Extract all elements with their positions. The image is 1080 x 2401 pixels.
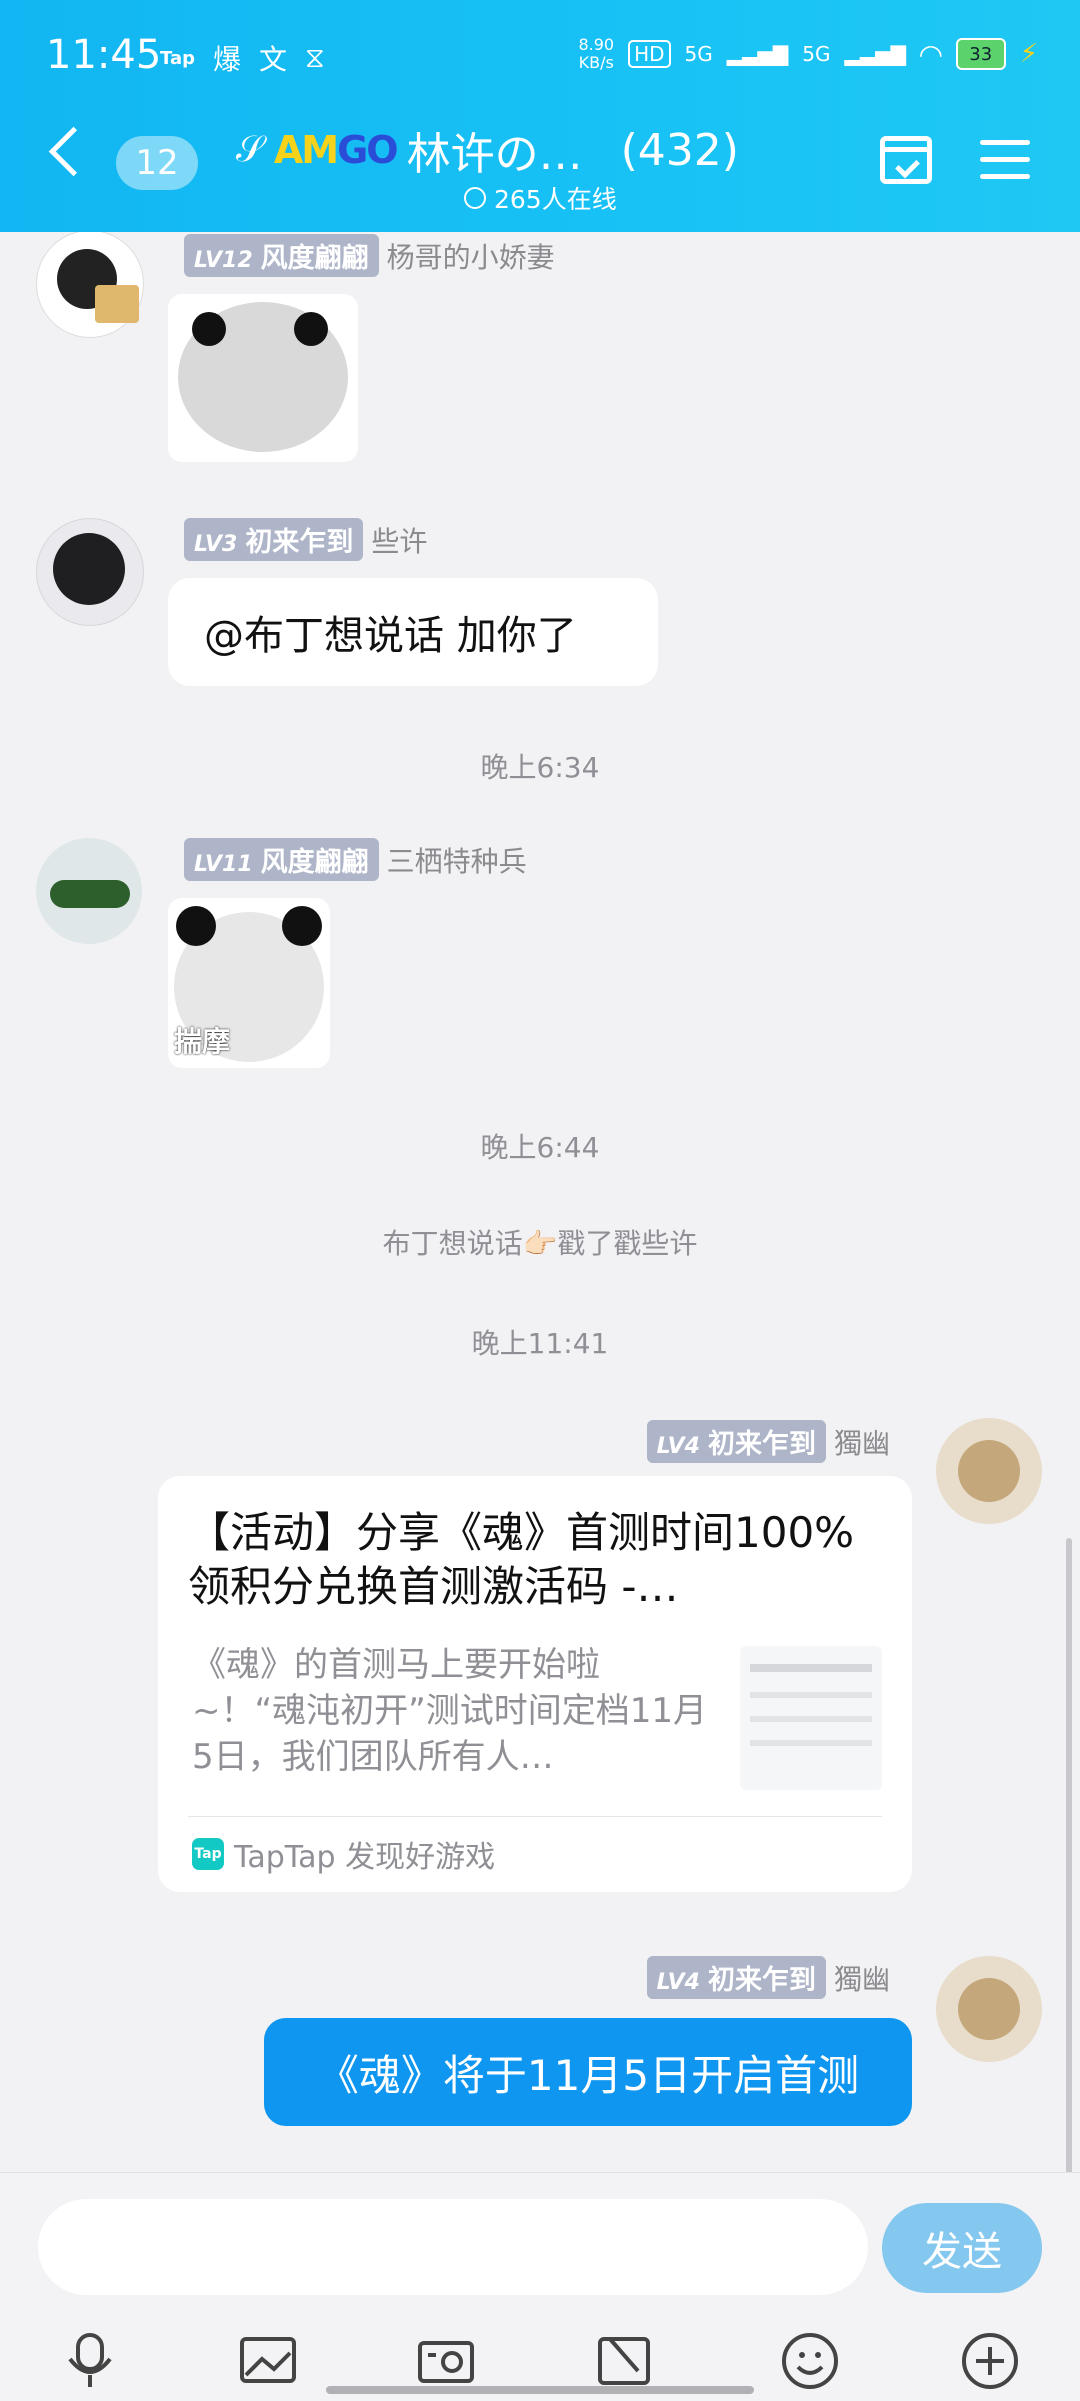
thumb-line (750, 1716, 872, 1722)
sender-name: 獨幽 (833, 1962, 890, 1996)
sticker-eye (294, 312, 328, 346)
card-source-text: TapTap 发现好游戏 (234, 1840, 496, 1875)
thumb-line (750, 1664, 872, 1672)
sender-info: LV4 初来乍到 獨幽 (646, 1956, 890, 1999)
home-indicator[interactable] (326, 2386, 754, 2394)
group-name: 林许の… (406, 129, 583, 180)
member-count: (432) (620, 124, 739, 176)
message-text: @布丁想说话 加你了 (204, 613, 577, 659)
send-button[interactable]: 发送 (882, 2203, 1042, 2293)
sender-name: 獨幽 (833, 1426, 890, 1460)
card-thumbnail (740, 1646, 882, 1790)
back-icon[interactable] (48, 126, 99, 177)
signal-5g-1: 5G (684, 42, 713, 66)
hourglass-icon: ⧖ (305, 41, 325, 74)
taptap-logo-icon: Tap (192, 1838, 224, 1870)
thumb-line (750, 1740, 872, 1746)
signal-5g-2: 5G (802, 42, 831, 66)
status-icon-wen: 文 (259, 43, 288, 76)
sticker-image[interactable] (168, 294, 358, 462)
message-input[interactable] (38, 2199, 868, 2295)
thumb-line (750, 1692, 872, 1698)
status-icon-bao: 爆 (213, 43, 242, 76)
level-badge: LV4 初来乍到 (646, 1420, 826, 1463)
sticker-caption: 揣摩 (174, 1025, 231, 1058)
level-badge: LV12 风度翩翩 (184, 234, 379, 277)
net-speed: 8.90 KB/s (578, 35, 615, 72)
card-source: Tap TapTap 发现好游戏 (192, 1832, 495, 1876)
image-icon[interactable] (236, 2329, 300, 2393)
group-title[interactable]: 𝒮 AMGO 林许の… (432) (236, 118, 739, 182)
card-title: 【活动】分享《魂》首测时间100%领积分兑换首测激活码 -… (188, 1508, 855, 1611)
camera-icon[interactable] (414, 2329, 478, 2393)
status-left-icons: Tap 爆 文 ⧖ (160, 38, 325, 78)
unread-count-badge[interactable]: 12 (116, 136, 198, 190)
sender-info: LV4 初来乍到 獨幽 (646, 1420, 890, 1463)
sender-info: LV3 初来乍到 些许 (184, 518, 427, 561)
signal-bars-icon: ▂▃▅▇ (844, 42, 907, 66)
listen-icon: 𝒮 (236, 129, 264, 170)
online-status: 265人在线 (464, 180, 617, 216)
emoji-icon[interactable] (778, 2329, 842, 2393)
scrollbar[interactable] (1066, 1538, 1072, 2172)
battery-indicator: 33 (955, 38, 1006, 70)
timestamp: 晚上6:34 (480, 751, 600, 784)
hd-icon: HD (628, 40, 671, 68)
sender-name: 些许 (371, 524, 428, 558)
timestamp: 晚上11:41 (471, 1327, 609, 1360)
avatar[interactable] (36, 232, 144, 338)
sticker-image[interactable]: 揣摩 (168, 898, 330, 1068)
chat-area[interactable]: LV12 风度翩翩 杨哥的小娇妻 LV3 初来乍到 些许 @布丁想说话 加你了 晚上… (0, 232, 1080, 2172)
level-badge: LV11 风度翩翩 (184, 838, 379, 881)
avatar-box (95, 285, 139, 323)
avatar-hair (53, 533, 125, 605)
sender-info: LV11 风度翩翩 三栖特种兵 (184, 838, 527, 881)
avatar-cat (958, 1440, 1020, 1502)
charging-icon: ⚡ (1019, 39, 1038, 69)
sticker-eye (192, 312, 226, 346)
tap-icon: Tap (160, 47, 195, 69)
sticker-ear (176, 906, 216, 946)
status-right-icons: 8.90 KB/s HD 5G ▂▃▅▇ 5G ▂▃▅▇ ◜◝ 33 ⚡ (578, 36, 1038, 72)
folder-icon[interactable] (592, 2329, 656, 2393)
avatar[interactable] (36, 518, 144, 626)
sender-info: LV12 风度翩翩 杨哥的小娇妻 (184, 234, 555, 277)
online-icon (464, 187, 486, 209)
level-badge: LV3 初来乍到 (184, 518, 364, 561)
message-bubble[interactable]: @布丁想说话 加你了 (168, 578, 658, 686)
avatar-cat (958, 1978, 1020, 2040)
sender-name: 三栖特种兵 (386, 844, 527, 878)
message-bubble[interactable]: 《魂》将于11月5日开启首测 (264, 2018, 912, 2126)
card-divider (188, 1816, 882, 1817)
sender-name: 杨哥的小娇妻 (386, 240, 555, 274)
microphone-icon[interactable] (58, 2329, 122, 2393)
avatar[interactable] (936, 1956, 1042, 2062)
status-time: 11:45 (46, 32, 162, 78)
card-description: 《魂》的首测马上要开始啦~！“魂沌初开”测试时间定档11月5日，我们团队所有人… (192, 1645, 707, 1777)
timestamp: 晚上6:44 (480, 1131, 600, 1164)
level-badge: LV4 初来乍到 (646, 1956, 826, 1999)
plus-icon[interactable] (958, 2329, 1022, 2393)
avatar[interactable] (36, 838, 142, 944)
calendar-check-icon[interactable] (880, 136, 932, 184)
online-count: 265人在线 (494, 185, 617, 214)
sticker-ear (282, 906, 322, 946)
signal-bars-icon: ▂▃▅▇ (726, 42, 789, 66)
group-brand-logo: AMGO (273, 128, 399, 172)
chat-header: 11:45 Tap 爆 文 ⧖ 8.90 KB/s HD 5G ▂▃▅▇ 5G … (0, 0, 1080, 232)
message-text: 《魂》将于11月5日开启首测 (316, 2050, 860, 2100)
avatar[interactable] (936, 1418, 1042, 1524)
chat-input-bar: 发送 (0, 2172, 1080, 2401)
poke-notice: 布丁想说话👉🏻戳了戳些许 (382, 1227, 698, 1260)
avatar-car (50, 880, 130, 908)
shared-link-card[interactable]: 【活动】分享《魂》首测时间100%领积分兑换首测激活码 -… 《魂》的首测马上要… (158, 1476, 912, 1892)
menu-icon[interactable] (980, 140, 1030, 180)
wifi-icon: ◜◝ (920, 37, 942, 71)
